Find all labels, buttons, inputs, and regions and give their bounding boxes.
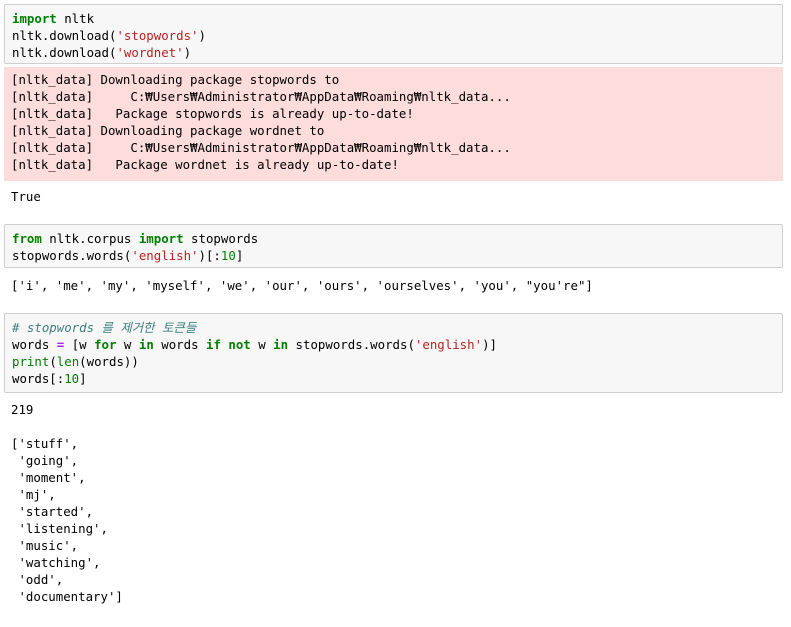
output-line: 'started', (11, 504, 94, 519)
code-input-1[interactable]: import nltk nltk.download('stopwords') nlt… (5, 5, 782, 66)
code-token: in (273, 337, 289, 352)
output-1: True (4, 188, 783, 205)
output-2: ['i', 'me', 'my', 'myself', 'we', 'our',… (4, 277, 783, 294)
code-token: 'wordnet' (116, 45, 184, 60)
code-token: words (12, 337, 57, 352)
code-line: words[:10] (12, 370, 775, 387)
code-cell-2[interactable]: from nltk.corpus import stopwords stopwor… (4, 224, 783, 268)
output-line: 'watching', (11, 555, 101, 570)
code-token: from (12, 231, 42, 246)
code-token: 'english' (414, 337, 483, 352)
code-token: w (250, 337, 274, 352)
code-token: stopwords.words( (12, 248, 132, 263)
stderr-line: [nltk_data] C:₩Users₩Administrator₩AppDa… (11, 140, 511, 155)
code-token: words[: (12, 371, 65, 386)
code-token: # stopwords 를 제거한 토큰들 (12, 320, 197, 335)
stderr-output-1: [nltk_data] Downloading package stopword… (4, 67, 783, 181)
output-line: 'mj', (11, 487, 56, 502)
code-token: words (153, 337, 206, 352)
code-token: w (116, 337, 139, 352)
code-input-3[interactable]: # stopwords 를 제거한 토큰들 words = [w for w in… (5, 314, 782, 392)
code-line: print(len(words)) (12, 353, 775, 370)
code-token: ) (198, 28, 206, 43)
code-token: (words)) (79, 354, 139, 369)
output-line: 'music', (11, 538, 79, 553)
code-token: nltk (56, 11, 95, 26)
code-input-2[interactable]: from nltk.corpus import stopwords stopwor… (5, 225, 782, 269)
output-line: 'listening', (11, 521, 108, 536)
code-line: words = [w for w in words if not w in st… (12, 336, 775, 353)
code-token: import (138, 231, 184, 246)
stderr-line: [nltk_data] Package wordnet is already u… (11, 157, 399, 172)
stderr-line: [nltk_data] Package stopwords is already… (11, 106, 414, 121)
code-token: ] (235, 248, 244, 263)
code-cell-3[interactable]: # stopwords 를 제거한 토큰들 words = [w for w in… (4, 313, 783, 393)
code-cell-1[interactable]: import nltk nltk.download('stopwords') nlt… (4, 4, 783, 64)
code-token: ) (183, 45, 192, 60)
output-line: ['stuff', (11, 436, 79, 451)
output-line: 'going', (11, 453, 79, 468)
code-token: for (94, 337, 117, 352)
code-token: 'english' (131, 248, 199, 263)
stderr-line: [nltk_data] C:₩Users₩Administrator₩AppDa… (11, 89, 511, 104)
stderr-line: [nltk_data] Downloading package stopword… (11, 72, 340, 87)
output-line: 'moment', (11, 470, 86, 485)
code-token: nltk.corpus (41, 231, 139, 246)
code-token: 'stopwords' (116, 28, 199, 43)
code-token: stopwords.words( (288, 337, 415, 352)
output-line: True (11, 189, 41, 204)
code-token: import (12, 11, 57, 26)
code-token: 10 (220, 248, 236, 263)
code-line: from nltk.corpus import stopwords (12, 230, 775, 247)
code-token: print (12, 354, 50, 369)
code-token: nltk.download( (12, 45, 117, 60)
code-token: in (138, 337, 154, 352)
code-token: nltk.download( (12, 28, 117, 43)
code-token: len (56, 354, 80, 369)
code-token: 10 (64, 371, 80, 386)
output-line: ['i', 'me', 'my', 'myself', 'we', 'our',… (11, 278, 593, 293)
code-token: ] (79, 371, 87, 386)
code-token: )[: (198, 248, 221, 263)
code-token: ( (49, 354, 57, 369)
output-line: 'odd', (11, 572, 64, 587)
code-token: not (228, 337, 251, 352)
output-line: 219 (11, 402, 34, 417)
code-token: stopwords (183, 231, 259, 246)
code-line: nltk.download('wordnet') (12, 44, 775, 61)
output-line: 'documentary'] (11, 589, 123, 604)
code-line: # stopwords 를 제거한 토큰들 (12, 319, 775, 336)
code-line: stopwords.words('english')[:10] (12, 247, 775, 264)
code-line: nltk.download('stopwords') (12, 27, 775, 44)
code-token: )] (482, 337, 497, 352)
code-token: if (206, 337, 221, 352)
stderr-line: [nltk_data] Downloading package wordnet … (11, 123, 325, 138)
code-token: [w (64, 337, 95, 352)
code-line: import nltk (12, 10, 775, 27)
output-3: 219 ['stuff', 'going', 'moment', 'mj', 's… (4, 401, 783, 605)
